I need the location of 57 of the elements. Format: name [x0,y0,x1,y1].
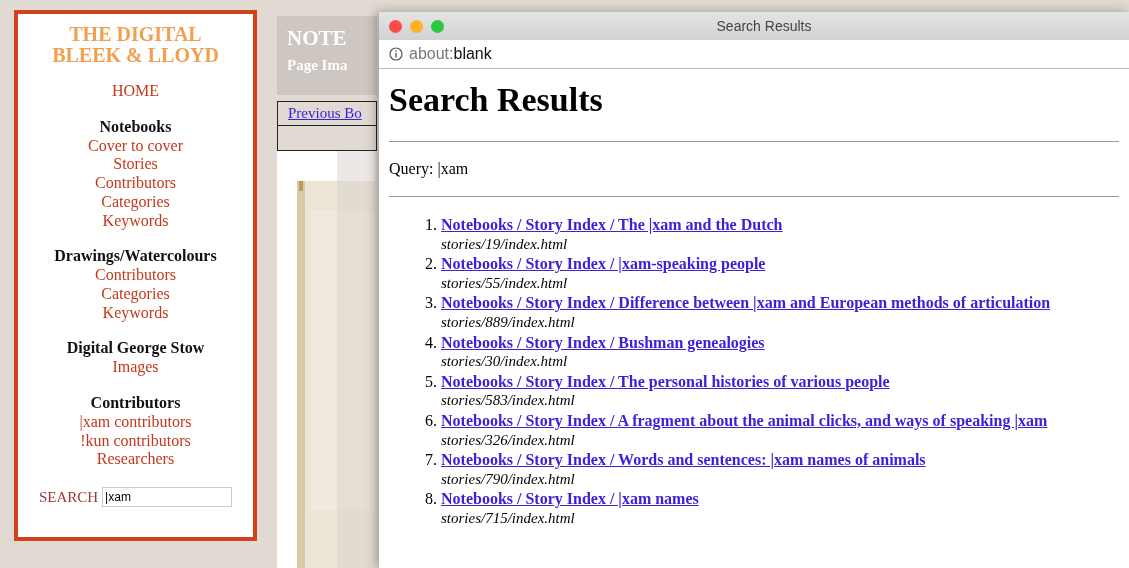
nav-link[interactable]: Stories [113,155,158,175]
nav-link[interactable]: Keywords [102,303,169,323]
nav-link[interactable]: Contributors [95,174,176,193]
result-link[interactable]: Notebooks / Story Index / Words and sentences: |xam names of animals [441,451,926,469]
results-heading: Search Results [389,81,604,119]
result-path: stories/19/index.html [441,234,569,254]
result-path: stories/715/index.html [441,508,576,528]
nav-link[interactable]: Categories [101,284,170,304]
nav-link[interactable]: |xam contributors [79,413,192,432]
nav-link[interactable]: Cover to cover [87,136,184,156]
nav-link[interactable]: Contributors [95,266,176,285]
section-heading: Notebooks [99,116,172,137]
window-title: Search Results [715,18,813,34]
result-path: stories/30/index.html [441,352,569,372]
result-link[interactable]: Notebooks / Story Index / The |xam and the Dutch [441,216,783,233]
result-link[interactable]: Notebooks / Story Index / |xam-speaking people [441,255,766,273]
nav-link[interactable]: Categories [101,192,170,212]
nav-link[interactable]: Researchers [96,450,175,470]
result-link[interactable]: Notebooks / Story Index / Difference between |xam and European methods of articulation [441,294,1051,312]
result-number: 2. [424,254,437,275]
result-path: stories/790/index.html [441,469,576,489]
previous-link[interactable]: Previous Bo [288,104,362,122]
address-bar[interactable]: about:blank [379,40,1129,69]
site-title: BLEEK & LLOYD [52,45,219,66]
result-link[interactable]: Notebooks / Story Index / Bushman genealogies [441,333,765,351]
result-number: 1. [424,215,437,235]
result-path: stories/889/index.html [441,312,576,332]
result-link[interactable]: Notebooks / Story Index / The personal histories of various people [441,372,890,390]
result-path: stories/326/index.html [441,430,576,450]
url-text: about:blank [409,45,492,63]
zoom-button[interactable] [431,19,444,33]
nav-link[interactable]: Keywords [102,211,169,231]
result-number: 4. [424,332,437,353]
query-text: Query: |xam [389,160,470,178]
search-label: SEARCH [38,488,99,506]
result-number: 5. [424,371,437,392]
page-title: NOTE [287,26,348,51]
close-button[interactable] [389,19,402,33]
section-heading: Contributors [90,393,181,414]
site-title: THE DIGITAL [69,24,202,45]
search-field[interactable]: |xam [102,487,233,508]
home-link[interactable]: HOME [111,82,160,101]
result-number: 6. [424,410,437,431]
nav-link[interactable]: Images [112,358,159,378]
result-link[interactable]: Notebooks / Story Index / |xam names [441,490,699,508]
result-link[interactable]: Notebooks / Story Index / A fragment about the animal clicks, and ways of speaking |xam [441,411,1048,429]
result-number: 8. [424,489,437,510]
section-heading: Digital George Stow [66,338,205,359]
result-path: stories/583/index.html [441,391,576,411]
page-subtitle: Page Ima [287,57,349,74]
result-path: stories/55/index.html [441,273,569,293]
section-heading: Drawings/Watercolours [54,246,217,267]
result-number: 3. [424,293,437,314]
minimize-button[interactable] [410,19,423,33]
result-number: 7. [424,450,437,471]
nav-link[interactable]: !kun contributors [80,431,191,451]
info-icon[interactable] [389,47,403,61]
